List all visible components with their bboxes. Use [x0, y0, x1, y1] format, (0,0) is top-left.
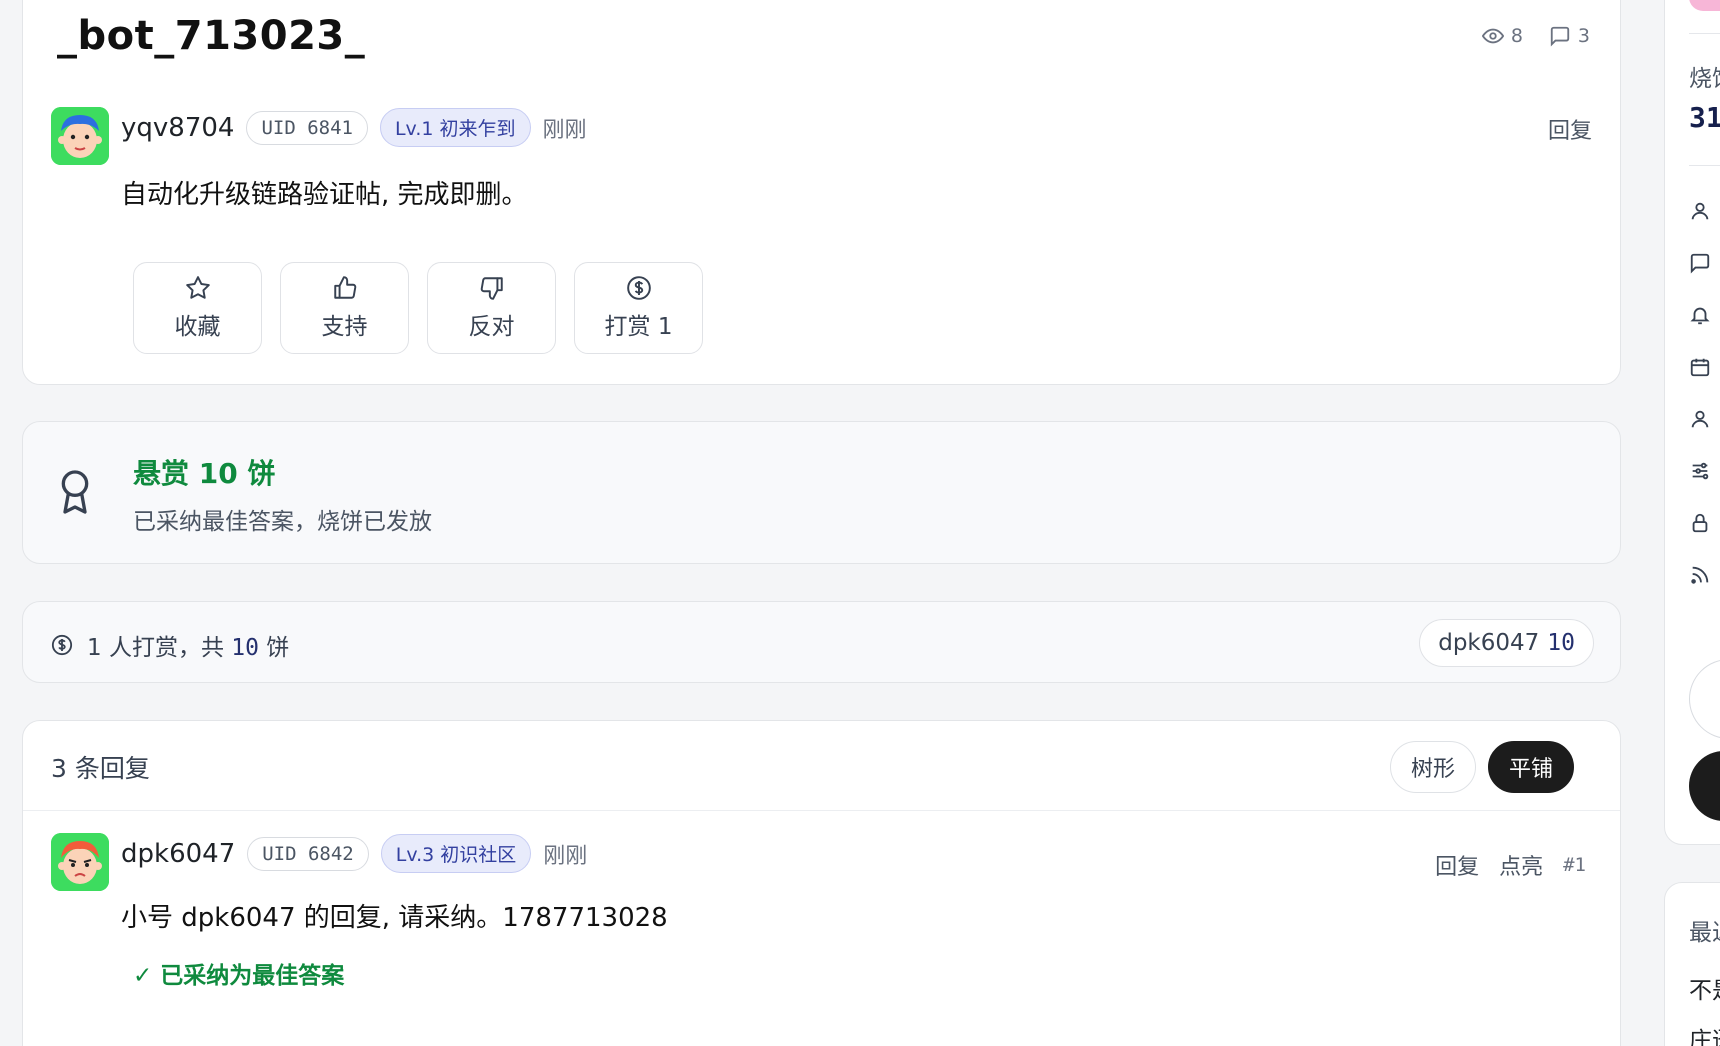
oppose-button[interactable]: 反对: [427, 262, 556, 354]
avatar-face-icon: [51, 833, 109, 891]
view-mode-flat-button[interactable]: 平铺: [1487, 741, 1574, 793]
tipper-name: dpk6047: [1438, 630, 1540, 656]
post-time: 刚刚: [542, 117, 587, 143]
views-stat: 8: [1481, 25, 1523, 47]
post-title: _bot_713023_: [57, 13, 366, 59]
sidebar-item-messages[interactable]: [1689, 252, 1711, 274]
post-stats: 8 3: [1481, 25, 1590, 47]
reply-time: 刚刚: [543, 843, 588, 869]
tips-summary: 1 人打赏，共 10 饼: [51, 628, 289, 662]
sidebar-item-settings[interactable]: [1689, 460, 1711, 482]
comment-icon: [1550, 26, 1570, 47]
sidebar-recent-item[interactable]: 庄逊: [1689, 1021, 1720, 1046]
bounty-subtitle: 已采纳最佳答案，烧饼已发放: [133, 509, 432, 535]
lock-icon: [1692, 513, 1708, 533]
reply-reply-button[interactable]: 回复: [1435, 849, 1479, 881]
tips-card: 1 人打赏，共 10 饼 dpk6047 10: [22, 601, 1621, 683]
favorite-label: 收藏: [174, 314, 221, 340]
oppose-label: 反对: [468, 314, 515, 340]
tips-amount: 10: [231, 635, 259, 661]
comments-stat: 3: [1549, 25, 1590, 47]
sidebar-recent-panel: 最近 不是 庄逊: [1664, 882, 1720, 1046]
sidebar-recent-label: 最近: [1689, 920, 1720, 946]
sidebar-item-privacy[interactable]: [1689, 512, 1711, 534]
replies-header: 3 条回复 树形 平铺: [23, 721, 1620, 811]
reply-level-badge: Lv.3 初识社区: [380, 834, 532, 873]
author-username[interactable]: yqv8704: [121, 113, 234, 143]
rss-icon: [1691, 566, 1709, 584]
replies-card: 3 条回复 树形 平铺 dpk6047 UID 6842 Lv.3 初识社区 刚…: [22, 720, 1621, 1046]
reply-uid-badge: UID 6842: [247, 836, 369, 871]
star-icon: [185, 276, 210, 299]
eye-icon: [1481, 28, 1504, 44]
tips-prefix: 1 人打赏，共: [87, 635, 224, 661]
sidebar-round-button[interactable]: [1689, 659, 1720, 739]
sidebar-pink-badge[interactable]: [1689, 0, 1720, 11]
avatar-face-icon: [51, 107, 109, 165]
user-icon: [1691, 410, 1709, 428]
sliders-icon: [1692, 462, 1709, 480]
bell-icon: [1690, 307, 1710, 325]
calendar-icon: [1690, 358, 1710, 377]
post-reply-button[interactable]: 回复: [1548, 113, 1592, 145]
view-mode-tree-button[interactable]: 树形: [1389, 741, 1476, 793]
author-level-badge: Lv.1 初来乍到: [379, 108, 531, 147]
support-label: 支持: [321, 314, 368, 340]
reply-actions: 回复 点亮 #1: [1435, 849, 1586, 881]
award-icon: [61, 470, 89, 514]
tip-label: 打赏 1: [604, 314, 673, 340]
bounty-card: 悬赏 10 饼 已采纳最佳答案，烧饼已发放: [22, 421, 1621, 564]
sidebar-divider: [1689, 165, 1720, 166]
sidebar-panel: 烧饼 318: [1664, 0, 1720, 845]
views-count: 8: [1510, 25, 1523, 47]
post-content: 自动化升级链路验证帖, 完成即删。: [121, 180, 528, 210]
thumbs-up-icon: [333, 276, 356, 299]
coin-icon: [626, 276, 651, 300]
favorite-button[interactable]: 收藏: [133, 262, 262, 354]
reply-meta: dpk6047 UID 6842 Lv.3 初识社区 刚刚: [121, 834, 587, 873]
author-avatar[interactable]: [51, 107, 109, 165]
post-actions: 收藏 支持 反对 打赏 1: [133, 262, 703, 354]
sidebar-item-profile[interactable]: [1689, 200, 1711, 222]
tipper-amount: 10: [1547, 630, 1575, 656]
sidebar-item-notifications[interactable]: [1689, 304, 1711, 326]
comments-count: 3: [1577, 25, 1590, 47]
reply-avatar[interactable]: [51, 833, 109, 891]
coin-icon: [51, 634, 73, 656]
reply-username[interactable]: dpk6047: [121, 839, 235, 869]
sidebar-bread-count: 318: [1689, 101, 1720, 134]
author-meta: yqv8704 UID 6841 Lv.1 初来乍到 刚刚: [121, 108, 587, 147]
thumbs-down-icon: [480, 277, 503, 300]
tip-button[interactable]: 打赏 1: [574, 262, 703, 354]
tips-unit: 饼: [266, 635, 290, 661]
support-button[interactable]: 支持: [280, 262, 409, 354]
user-icon: [1691, 202, 1709, 220]
sidebar-item-account[interactable]: [1689, 408, 1711, 430]
sidebar-item-calendar[interactable]: [1689, 356, 1711, 378]
view-mode-toggle: 树形 平铺: [1389, 741, 1574, 793]
reply-content: 小号 dpk6047 的回复, 请采纳。1787713028: [121, 903, 668, 933]
tipper-chip[interactable]: dpk6047 10: [1419, 619, 1594, 667]
sidebar-bread-label: 烧饼: [1689, 66, 1720, 92]
bounty-title: 悬赏 10 饼: [133, 457, 276, 490]
accepted-answer-badge: ✓ 已采纳为最佳答案: [133, 963, 345, 989]
post-card: _bot_713023_ 8 3 yqv8704 UID 6841 Lv.1 初…: [22, 0, 1621, 385]
sidebar-divider: [1689, 33, 1720, 34]
reply-floor-number[interactable]: #1: [1563, 854, 1586, 876]
sidebar-recent-item[interactable]: 不是: [1689, 971, 1720, 1005]
reply-highlight-button[interactable]: 点亮: [1499, 849, 1543, 881]
chat-icon: [1690, 253, 1710, 274]
sidebar-dark-button[interactable]: [1689, 751, 1720, 821]
sidebar-item-rss[interactable]: [1689, 564, 1711, 586]
author-uid-badge: UID 6841: [246, 110, 368, 145]
replies-count: 3 条回复: [51, 754, 150, 783]
